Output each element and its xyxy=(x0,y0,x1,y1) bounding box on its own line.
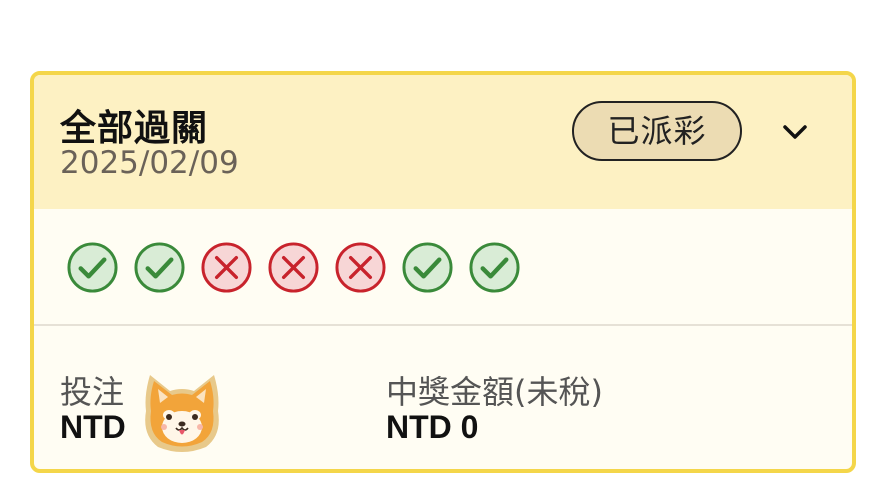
status-badge: 已派彩 xyxy=(572,101,742,161)
shiba-dog-mascot-icon xyxy=(145,375,219,452)
bet-type-title: 全部過關 xyxy=(60,108,209,149)
bet-card-header[interactable]: 全部過關 2025/02/09 已派彩 xyxy=(34,75,852,209)
x-circle-icon xyxy=(268,242,319,293)
check-circle-icon xyxy=(402,242,453,293)
stake-value: NTD xyxy=(60,409,126,445)
check-circle-icon xyxy=(134,242,185,293)
x-circle-icon xyxy=(201,242,252,293)
stake-label: 投注 xyxy=(60,373,125,411)
bet-date: 2025/02/09 xyxy=(60,145,239,181)
divider xyxy=(34,324,852,326)
leg-results-row xyxy=(66,241,521,295)
payout-label: 中獎金額(未稅) xyxy=(386,373,603,411)
bet-card: 全部過關 2025/02/09 已派彩 投注 NTD 中獎金額(未稅) NTD … xyxy=(30,71,856,473)
chevron-down-icon[interactable] xyxy=(780,121,810,145)
x-circle-icon xyxy=(335,242,386,293)
check-circle-icon xyxy=(67,242,118,293)
payout-value: NTD 0 xyxy=(386,409,479,445)
check-circle-icon xyxy=(469,242,520,293)
